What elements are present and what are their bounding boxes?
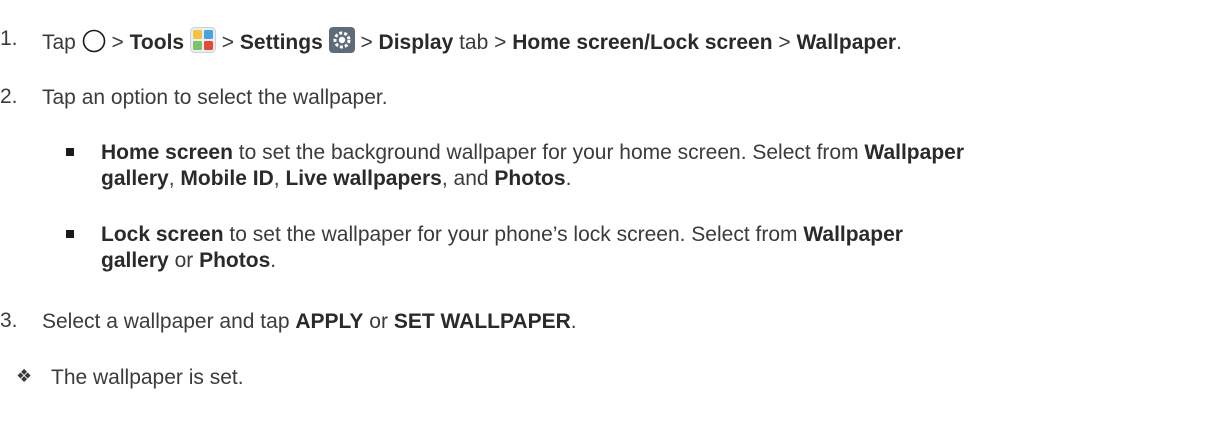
separator: >	[360, 31, 373, 54]
bullet-1-line-2: gallery, Mobile ID, Live wallpapers, and…	[101, 166, 571, 191]
step-2-text: Tap an option to select the wallpaper.	[42, 86, 388, 109]
separator: >	[778, 31, 791, 54]
separator: >	[111, 31, 124, 54]
period: .	[565, 167, 572, 190]
comma: ,	[273, 167, 280, 190]
gallery-term: gallery	[101, 249, 169, 272]
or-word: or	[369, 310, 388, 333]
step-3-number: 3.	[0, 309, 18, 332]
step-1-text: Tap > Tools > Settings > Display tab > H…	[42, 27, 902, 59]
live-wallpapers-term: Live wallpapers	[285, 167, 442, 190]
home-lock-label: Home screen/Lock screen	[512, 31, 773, 54]
separator: >	[494, 31, 507, 54]
photos-term: Photos	[199, 249, 271, 272]
bullet-marker	[66, 148, 74, 156]
set-wallpaper-term: SET WALLPAPER	[393, 310, 571, 333]
tools-folder-icon	[189, 27, 216, 59]
mobile-id-term: Mobile ID	[180, 167, 274, 190]
home-screen-term: Home screen	[101, 141, 233, 164]
wallpaper-term: Wallpaper	[803, 223, 903, 246]
bullet-1-description: to set the background wallpaper for your…	[238, 141, 859, 164]
result-diamond-icon: ❖	[16, 366, 33, 387]
gallery-term: gallery	[101, 167, 169, 190]
settings-label: Settings	[239, 31, 323, 54]
period: .	[570, 310, 577, 333]
tap-word: Tap	[42, 31, 76, 54]
or-word: or	[174, 249, 194, 272]
step-3-lead: Select a wallpaper and tap	[42, 310, 290, 333]
wallpaper-term: Wallpaper	[864, 141, 964, 164]
comma: ,	[168, 167, 175, 190]
lock-screen-term: Lock screen	[101, 223, 224, 246]
tools-label: Tools	[129, 31, 185, 54]
bullet-2-line-1: Lock screen to set the wallpaper for you…	[101, 222, 903, 247]
circle-home-icon	[82, 29, 106, 59]
result-text: The wallpaper is set.	[51, 366, 244, 389]
settings-gear-icon	[328, 27, 355, 59]
separator: >	[221, 31, 235, 54]
wallpaper-label: Wallpaper	[796, 31, 897, 54]
bullet-2-line-2: gallery or Photos.	[101, 248, 276, 273]
step-1-number: 1.	[0, 27, 18, 50]
display-label: Display	[378, 31, 454, 54]
bullet-1-line-1: Home screen to set the background wallpa…	[101, 140, 964, 165]
apply-term: APPLY	[295, 310, 364, 333]
step-3-text: Select a wallpaper and tap APPLY or SET …	[42, 309, 577, 334]
bullet-2-description: to set the wallpaper for your phone’s lo…	[229, 223, 798, 246]
period: .	[896, 31, 902, 54]
step-2-number: 2.	[0, 85, 18, 108]
and-word: , and	[441, 167, 489, 190]
bullet-marker	[66, 230, 74, 238]
period: .	[270, 249, 277, 272]
photos-term: Photos	[494, 167, 566, 190]
tab-word: tab	[459, 31, 489, 54]
